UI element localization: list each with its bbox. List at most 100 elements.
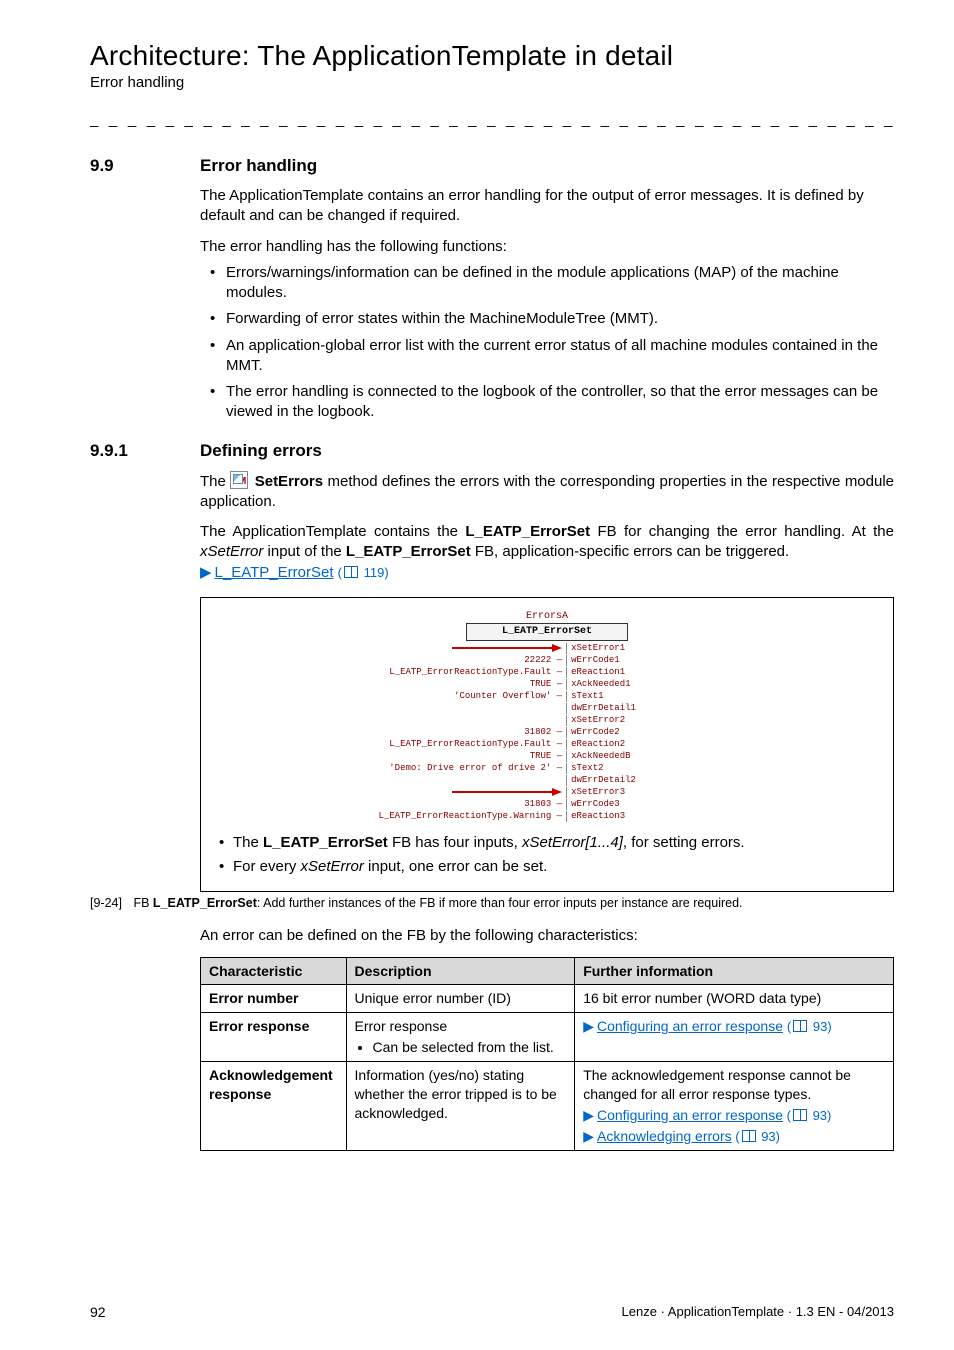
link-arrow-icon: ▶ bbox=[583, 1107, 594, 1123]
section-number: 9.9 bbox=[90, 156, 200, 176]
section-title: Defining errors bbox=[200, 441, 322, 461]
xref-link[interactable]: Acknowledging errors bbox=[597, 1128, 732, 1144]
fb-input-value: 'Demo: Drive error of drive 2' — bbox=[347, 763, 567, 774]
xref-link[interactable]: L_EATP_ErrorSet bbox=[215, 564, 334, 581]
fb-input-value bbox=[347, 787, 567, 799]
fb-pin-name: xAckNeeded1 bbox=[566, 679, 747, 690]
fb-input-value: L_EATP_ErrorReactionType.Warning — bbox=[347, 811, 567, 822]
text: input of the bbox=[263, 543, 346, 560]
text: The ApplicationTemplate contains the bbox=[200, 523, 465, 540]
fb-pin-name: eReaction3 bbox=[566, 811, 747, 822]
table-cell: ▶Configuring an error response ( 93) bbox=[575, 1013, 894, 1062]
method-icon bbox=[230, 471, 248, 489]
table-cell: Error number bbox=[201, 985, 347, 1013]
page-subtitle: Error handling bbox=[90, 74, 894, 91]
fb-row: L_EATP_ErrorReactionType.Fault —eReactio… bbox=[347, 667, 748, 679]
text: The acknowledgement response cannot be c… bbox=[583, 1067, 851, 1102]
fb-name: L_EATP_ErrorSet bbox=[465, 523, 590, 540]
fb-pin-name: sText1 bbox=[566, 691, 747, 702]
fb-input-value: 31802 — bbox=[347, 727, 567, 738]
table-cell: 16 bit error number (WORD data type) bbox=[575, 985, 894, 1013]
fb-pin-name: wErrCode1 bbox=[566, 655, 747, 666]
link-arrow-icon: ▶ bbox=[200, 564, 212, 581]
fb-row: xSetError1 bbox=[347, 643, 748, 655]
page-ref: ( 119) bbox=[338, 565, 389, 580]
table-row: Acknowledgement response Information (ye… bbox=[201, 1062, 894, 1151]
doc-info: Lenze · ApplicationTemplate · 1.3 EN - 0… bbox=[622, 1304, 894, 1320]
section-number: 9.9.1 bbox=[90, 441, 200, 461]
fb-input-value: 'Counter Overflow' — bbox=[347, 691, 567, 702]
fb-pin-name: dwErrDetail2 bbox=[566, 775, 747, 786]
list-item: Forwarding of error states within the Ma… bbox=[200, 309, 894, 329]
fb-row: dwErrDetail2 bbox=[347, 775, 748, 787]
bullet-list: Errors/warnings/information can be defin… bbox=[200, 263, 894, 423]
table-cell: Information (yes/no) stating whether the… bbox=[346, 1062, 575, 1151]
figure-number: [9-24] bbox=[90, 896, 122, 910]
fb-input-value: TRUE — bbox=[347, 679, 567, 690]
fb-pin-name: wErrCode2 bbox=[566, 727, 747, 738]
fb-input-value: L_EATP_ErrorReactionType.Fault — bbox=[347, 739, 567, 750]
fb-pin-name: wErrCode3 bbox=[566, 799, 747, 810]
table-header: Description bbox=[346, 957, 575, 985]
fb-input-value: 31803 — bbox=[347, 799, 567, 810]
fb-row: L_EATP_ErrorReactionType.Warning —eReact… bbox=[347, 811, 748, 823]
text: FB, application-specific errors can be t… bbox=[471, 543, 789, 560]
figure-caption: [9-24] FB L_EATP_ErrorSet: Add further i… bbox=[90, 896, 894, 910]
fb-row: 'Demo: Drive error of drive 2' —sText2 bbox=[347, 763, 748, 775]
divider: _ _ _ _ _ _ _ _ _ _ _ _ _ _ _ _ _ _ _ _ … bbox=[90, 111, 894, 128]
fb-name: L_EATP_ErrorSet bbox=[346, 543, 471, 560]
table-cell: Unique error number (ID) bbox=[346, 985, 575, 1013]
fb-row: 22222 —wErrCode1 bbox=[347, 655, 748, 667]
method-name: SetErrors bbox=[255, 473, 323, 490]
page-title: Architecture: The ApplicationTemplate in… bbox=[90, 40, 894, 72]
fb-row: 31803 —wErrCode3 bbox=[347, 799, 748, 811]
table-header: Characteristic bbox=[201, 957, 347, 985]
text: FB for changing the error handling. At t… bbox=[590, 523, 894, 540]
fb-row: 31802 —wErrCode2 bbox=[347, 727, 748, 739]
list-item: Can be selected from the list. bbox=[373, 1038, 567, 1057]
fb-row: xSetError3 bbox=[347, 787, 748, 799]
fb-row: TRUE —xAckNeededB bbox=[347, 751, 748, 763]
link-arrow-icon: ▶ bbox=[583, 1128, 594, 1144]
fb-pin-name: xSetError3 bbox=[566, 787, 747, 798]
book-icon bbox=[793, 1020, 807, 1032]
table-cell: Acknowledgement response bbox=[201, 1062, 347, 1151]
table-row: Error response Error response Can be sel… bbox=[201, 1013, 894, 1062]
table-cell: Error response bbox=[201, 1013, 347, 1062]
paragraph: The error handling has the following fun… bbox=[200, 237, 894, 257]
fb-input: xSetError bbox=[200, 543, 263, 560]
fb-rows: xSetError122222 —wErrCode1L_EATP_ErrorRe… bbox=[347, 643, 748, 823]
paragraph: The ApplicationTemplate contains an erro… bbox=[200, 186, 894, 227]
fb-pin-name: xSetError1 bbox=[566, 643, 747, 654]
fb-row: xSetError2 bbox=[347, 715, 748, 727]
list-item: Errors/warnings/information can be defin… bbox=[200, 263, 894, 304]
fb-row: TRUE —xAckNeeded1 bbox=[347, 679, 748, 691]
fb-instance-label: ErrorsA bbox=[347, 610, 748, 624]
fb-input-value: L_EATP_ErrorReactionType.Fault — bbox=[347, 667, 567, 678]
xref-link[interactable]: Configuring an error response bbox=[597, 1107, 783, 1123]
fb-input-value: 22222 — bbox=[347, 655, 567, 666]
fb-row: dwErrDetail1 bbox=[347, 703, 748, 715]
text: : Add further instances of the FB if mor… bbox=[257, 896, 743, 910]
fb-pin-name: xSetError2 bbox=[566, 715, 747, 726]
table-header: Further information bbox=[575, 957, 894, 985]
paragraph: An error can be defined on the FB by the… bbox=[200, 926, 894, 946]
table-row: Error number Unique error number (ID) 16… bbox=[201, 985, 894, 1013]
fb-name: L_EATP_ErrorSet bbox=[153, 896, 257, 910]
list-item: For every xSetError input, one error can… bbox=[213, 857, 881, 877]
xref-link[interactable]: Configuring an error response bbox=[597, 1018, 783, 1034]
book-icon bbox=[344, 566, 358, 578]
fb-diagram-title: L_EATP_ErrorSet bbox=[466, 623, 628, 641]
paragraph: The SetErrors method defines the errors … bbox=[200, 471, 894, 513]
table-cell: Error response Can be selected from the … bbox=[346, 1013, 575, 1062]
table-cell: The acknowledgement response cannot be c… bbox=[575, 1062, 894, 1151]
fb-diagram-box: ErrorsA L_EATP_ErrorSet xSetError122222 … bbox=[200, 597, 894, 893]
fb-row: 'Counter Overflow' —sText1 bbox=[347, 691, 748, 703]
fb-pin-name: dwErrDetail1 bbox=[566, 703, 747, 714]
fb-pin-name: eReaction2 bbox=[566, 739, 747, 750]
fb-input-value bbox=[347, 643, 567, 655]
section-title: Error handling bbox=[200, 156, 317, 176]
list-item: The error handling is connected to the l… bbox=[200, 382, 894, 423]
book-icon bbox=[742, 1130, 756, 1142]
fb-pin-name: sText2 bbox=[566, 763, 747, 774]
